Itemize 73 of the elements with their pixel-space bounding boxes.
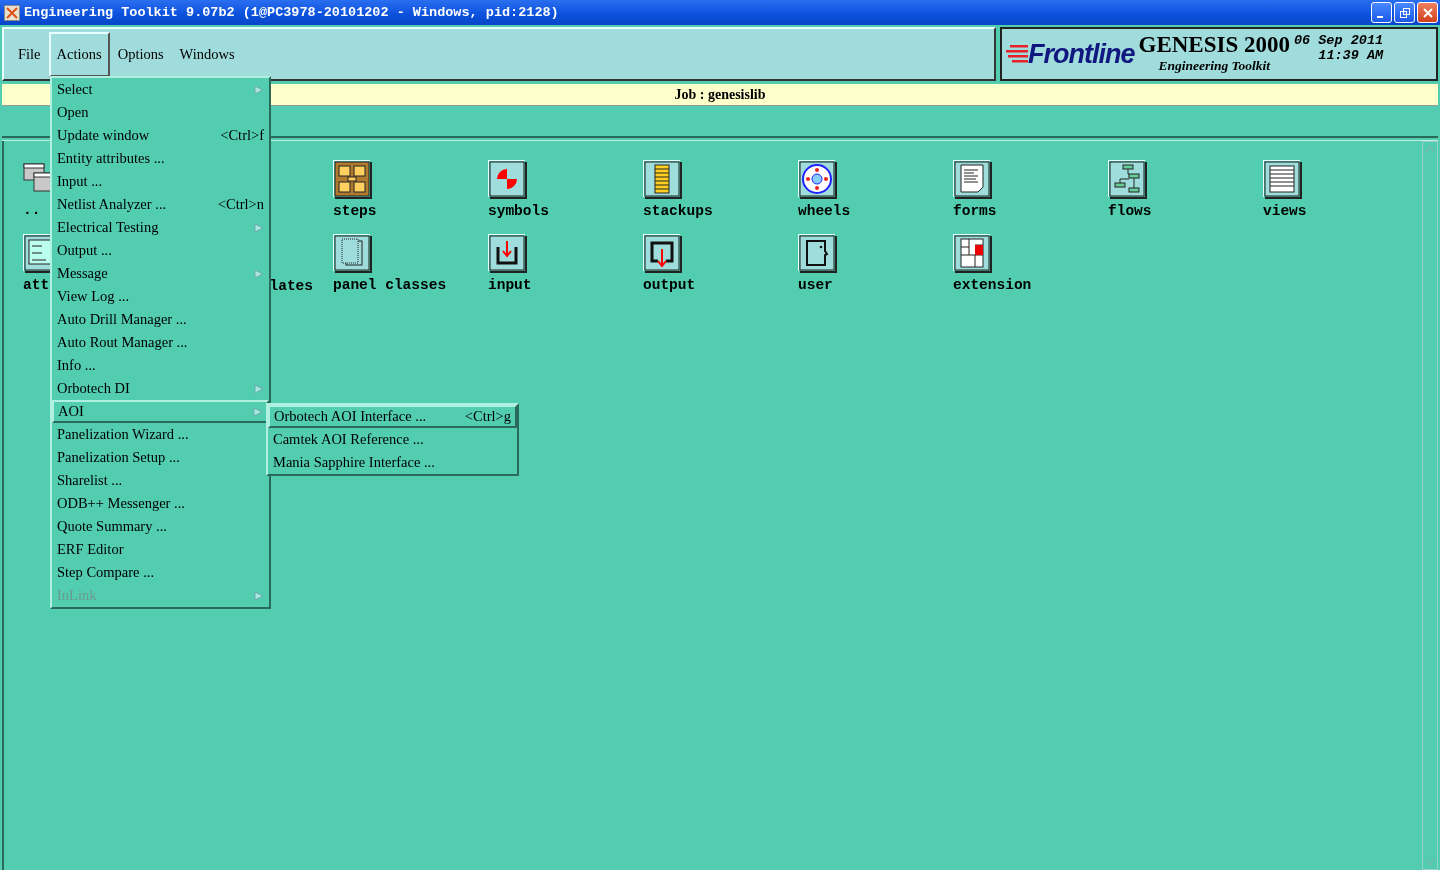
menu-option[interactable]: Sharelist ... [52,469,269,492]
menu-option[interactable]: AOI [52,400,269,423]
close-button[interactable] [1417,2,1438,23]
menu-option[interactable]: Orbotech AOI Interface ... <Ctrl>g [268,405,517,428]
menu-option[interactable]: Mania Sapphire Interface ... [268,451,517,474]
minimize-button[interactable] [1371,2,1392,23]
arrow-into-tray-icon[interactable] [488,234,525,271]
menu-option[interactable]: Panelization Setup ... [52,446,269,469]
arrow-out-of-tray-icon[interactable] [643,234,680,271]
window-title: Engineering Toolkit 9.07b2 (1@PC3978-20101202 - Windows, pid:2128) [24,5,559,20]
puzzle-map-icon[interactable] [953,234,990,271]
menu-option[interactable]: Step Compare ... [52,561,269,584]
menu-option[interactable]: Orbotech DI [52,377,269,400]
menu-option[interactable]: ODB++ Messenger ... [52,492,269,515]
menu-option[interactable]: Open [52,101,269,124]
entity-label: att [23,277,50,293]
entity-label: wheels [798,203,851,219]
menu-option[interactable]: Auto Drill Manager ... [52,308,269,331]
product-name: GENESIS 2000 [1138,32,1290,58]
entity-label: steps [333,203,377,219]
flowchart-icon[interactable] [1108,160,1145,197]
menu-option[interactable]: Input ... [52,170,269,193]
entity-label: lates [269,278,313,294]
cabinet-icon[interactable] [333,160,370,197]
logo-text: Frontline [1028,38,1135,70]
quarter-circles-icon[interactable] [488,160,525,197]
menu-option[interactable]: Camtek AOI Reference ... [268,428,517,451]
close-icon [1421,6,1434,19]
scrollbar[interactable] [1422,141,1438,870]
face-profile-icon[interactable] [798,234,835,271]
menu-option[interactable]: Electrical Testing [52,216,269,239]
entity-label: output [643,277,696,293]
speed-lines-icon [1006,43,1028,65]
document-icon[interactable] [953,160,990,197]
menu-option[interactable]: Info ... [52,354,269,377]
menu-option[interactable]: Select [52,78,269,101]
job-label: Job : genesislib [674,86,766,103]
restore-icon [1398,6,1411,19]
menu-option[interactable]: Message [52,262,269,285]
entity-label: extension [953,277,1032,293]
product-subtitle: Engineering Toolkit [1158,58,1271,74]
entity-label: flows [1108,203,1152,219]
entity-label: forms [953,203,997,219]
entity-label: panel classes [333,277,447,293]
menu-option[interactable]: Update window <Ctrl>f [52,124,269,147]
list-icon[interactable] [1263,160,1300,197]
menu-option[interactable]: Quote Summary ... [52,515,269,538]
scroll-down-icon [1424,857,1436,867]
menu-option[interactable]: Auto Rout Manager ... [52,331,269,354]
date-text: 06 Sep 2011 [1293,33,1384,48]
menu-option[interactable]: Panelization Wizard ... [52,423,269,446]
minimize-icon [1377,15,1383,18]
app-icon [4,4,20,21]
menu-item[interactable]: Windows [171,31,243,77]
menu-option[interactable]: Output ... [52,239,269,262]
layer-stack-icon[interactable] [643,160,680,197]
entity-label: symbols [488,203,549,219]
entity-label: views [1263,203,1307,219]
menu-option[interactable]: ERF Editor [52,538,269,561]
wheel-icon[interactable] [798,160,835,197]
entity-label: user [798,277,833,293]
entity-label: input [488,277,532,293]
menu-item[interactable]: Options [109,31,172,77]
restore-button[interactable] [1394,2,1415,23]
entity-label: stackups [643,203,713,219]
scroll-up-icon [1424,144,1436,154]
menu-item[interactable]: File [10,31,49,77]
entity-label: .. [23,202,41,218]
time-text: 11:39 AM [1318,48,1384,63]
menu-option[interactable]: Netlist Analyzer ... <Ctrl>n [52,193,269,216]
menu-option[interactable]: View Log ... [52,285,269,308]
pages-icon[interactable] [333,234,370,271]
menu-option[interactable]: Entity attributes ... [52,147,269,170]
